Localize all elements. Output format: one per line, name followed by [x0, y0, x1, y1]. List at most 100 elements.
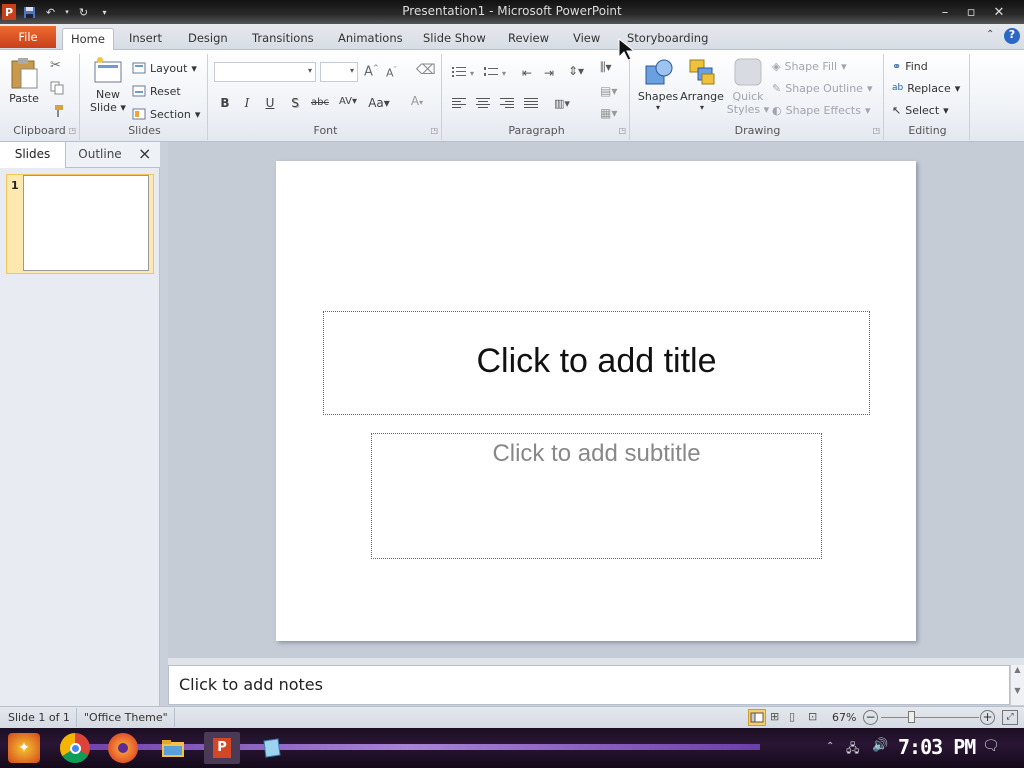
group-font: ▾ ▾ A^ Aˇ ⌫ B I U S abc AV▾ Aa▾ A▾ Font … [210, 54, 442, 140]
font-size-box[interactable]: ▾ [320, 62, 358, 82]
effects-icon: ◐ [772, 103, 782, 117]
tab-outline-pane[interactable]: Outline [70, 147, 130, 161]
justify-icon[interactable] [524, 98, 538, 111]
notifications-icon[interactable]: 🗨 [982, 738, 1000, 754]
align-left-icon[interactable] [452, 98, 466, 111]
powerpoint-taskbar-icon[interactable]: P [204, 732, 240, 764]
shapes-button[interactable]: Shapes ▾ [636, 56, 680, 112]
paste-button[interactable]: Paste [6, 56, 42, 105]
tab-insert[interactable]: Insert [121, 28, 170, 50]
shadow-button[interactable]: S [286, 96, 304, 110]
show-hidden-icons-icon[interactable]: ⌃ [826, 741, 834, 752]
close-pane-icon[interactable]: × [138, 144, 151, 163]
title-placeholder[interactable]: Click to add title [323, 311, 870, 415]
notes-splitter[interactable] [168, 658, 1024, 665]
slide-sorter-icon[interactable]: ⊞ [770, 710, 779, 723]
columns-icon[interactable]: ▥▾ [554, 97, 570, 110]
ribbon-tabs: File Home Insert Design Transitions Anim… [0, 24, 1024, 50]
numbering-icon[interactable]: ▾ [484, 66, 510, 81]
shape-effects-button[interactable]: ◐ Shape Effects ▾ [772, 100, 870, 120]
slide-thumbnail[interactable]: 1 [6, 174, 154, 274]
layout-button[interactable]: Layout ▾ [132, 58, 197, 78]
zoom-in-button[interactable]: + [980, 710, 995, 725]
clear-formatting-icon[interactable]: ⌫ [416, 62, 436, 78]
tab-slide-show[interactable]: Slide Show [415, 28, 494, 50]
minimize-ribbon-icon[interactable]: ⌃ [986, 29, 994, 40]
font-name-box[interactable]: ▾ [214, 62, 316, 82]
scroll-down-icon[interactable]: ▼ [1011, 686, 1024, 695]
zoom-out-button[interactable]: − [863, 710, 878, 725]
slide-show-icon[interactable]: ⊡ [808, 710, 817, 723]
tab-home[interactable]: Home [62, 28, 114, 50]
shape-outline-button[interactable]: ✎ Shape Outline ▾ [772, 78, 873, 98]
zoom-slider[interactable] [881, 711, 979, 723]
subtitle-placeholder[interactable]: Click to add subtitle [371, 433, 822, 559]
notes-pane[interactable]: Click to add notes [168, 665, 1010, 705]
shape-fill-button[interactable]: ◈ Shape Fill ▾ [772, 56, 847, 76]
reading-view-icon[interactable]: ▯ [789, 710, 795, 723]
tab-view[interactable]: View [565, 28, 608, 50]
pane-tabs: Slides Outline × [0, 142, 160, 168]
find-button[interactable]: ⚭ Find [892, 56, 928, 76]
tab-review[interactable]: Review [500, 28, 557, 50]
tab-animations[interactable]: Animations [330, 28, 411, 50]
zoom-level[interactable]: 67% [832, 711, 856, 724]
replace-button[interactable]: ab Replace ▾ [892, 78, 960, 98]
slides-label: Slides [128, 124, 161, 137]
file-explorer-icon[interactable] [158, 733, 188, 763]
section-button[interactable]: Section ▾ [132, 104, 200, 124]
select-button[interactable]: ↖ Select ▾ [892, 100, 949, 120]
align-text-icon[interactable]: ▤▾ [600, 84, 617, 98]
network-icon[interactable]: 🖧 [846, 739, 859, 760]
paragraph-launcher-icon[interactable]: ◳ [618, 126, 626, 135]
convert-smartart-icon[interactable]: ▦▾ [600, 106, 617, 120]
tab-design[interactable]: Design [180, 28, 236, 50]
tab-file[interactable]: File [0, 26, 56, 48]
align-center-icon[interactable] [476, 98, 490, 111]
font-launcher-icon[interactable]: ◳ [430, 126, 438, 135]
bold-button[interactable]: B [216, 96, 234, 110]
bullets-icon[interactable]: ▾ [452, 66, 478, 81]
tab-transitions[interactable]: Transitions [244, 28, 322, 50]
clipboard-launcher-icon[interactable]: ◳ [68, 126, 76, 135]
firefox-icon[interactable] [108, 733, 138, 763]
line-spacing-icon[interactable]: ⇕▾ [568, 64, 584, 78]
close-button[interactable]: ✕ [988, 5, 1010, 20]
reset-button[interactable]: Reset [132, 81, 181, 101]
cut-icon[interactable]: ✂ [50, 58, 61, 73]
fit-to-window-icon[interactable]: ⤢ [1002, 710, 1018, 725]
tab-slides-pane[interactable]: Slides [0, 142, 66, 168]
slide-canvas[interactable]: Click to add title Click to add subtitle [276, 161, 916, 641]
zoom-slider-thumb[interactable] [908, 711, 916, 723]
copy-icon[interactable] [50, 81, 64, 98]
normal-view-button[interactable] [748, 709, 766, 726]
font-color-button[interactable]: A▾ [406, 94, 428, 108]
decrease-indent-icon[interactable]: ⇤ [522, 66, 532, 80]
text-direction-icon[interactable]: ⫼▾ [600, 60, 612, 75]
minimize-button[interactable]: – [934, 5, 956, 20]
quick-styles-button[interactable]: Quick Styles ▾ [726, 56, 770, 116]
strikethrough-button[interactable]: abc [308, 97, 332, 108]
character-spacing-button[interactable]: AV▾ [336, 96, 360, 107]
italic-button[interactable]: I [238, 96, 256, 110]
underline-button[interactable]: U [261, 96, 279, 110]
start-button[interactable]: ✦ [8, 733, 40, 763]
format-painter-icon[interactable] [50, 104, 64, 121]
clock[interactable]: 7:03 PM [898, 735, 976, 759]
grow-font-icon[interactable]: A^ [364, 64, 379, 79]
notes-scrollbar[interactable]: ▲ ▼ [1010, 665, 1024, 705]
shrink-font-icon[interactable]: Aˇ [386, 66, 397, 80]
volume-icon[interactable]: 🔊 [872, 738, 888, 753]
align-right-icon[interactable] [500, 98, 514, 111]
notes-app-icon[interactable] [256, 733, 286, 763]
new-slide-button[interactable]: New Slide ▾ [86, 56, 130, 114]
help-icon[interactable]: ? [1004, 28, 1020, 44]
chrome-icon[interactable] [60, 733, 90, 763]
scroll-up-icon[interactable]: ▲ [1011, 665, 1024, 674]
arrange-button[interactable]: Arrange ▾ [680, 56, 724, 112]
change-case-button[interactable]: Aa▾ [366, 96, 392, 110]
drawing-launcher-icon[interactable]: ◳ [872, 126, 880, 135]
font-label: Font [313, 124, 338, 137]
increase-indent-icon[interactable]: ⇥ [544, 66, 554, 80]
maximize-button[interactable]: ▫ [960, 5, 982, 20]
